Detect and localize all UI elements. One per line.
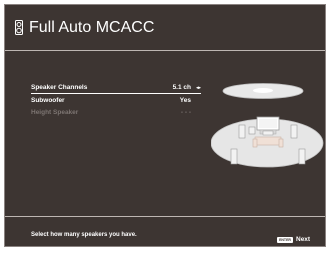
footer-divider: [5, 216, 325, 217]
mcacc-screen: Full Auto MCACC Speaker Channels 5.1 ch …: [0, 0, 331, 253]
left-right-arrows-icon[interactable]: ◂▸: [196, 83, 201, 93]
speaker-icon: [15, 20, 23, 35]
setting-value: Yes: [179, 97, 191, 104]
next-button[interactable]: Next: [296, 236, 310, 244]
setting-label: Height Speaker: [31, 109, 79, 116]
setting-subwoofer[interactable]: Subwoofer Yes: [31, 96, 201, 106]
hint-text: Select how many speakers you have.: [31, 232, 137, 238]
header-divider: [5, 50, 325, 51]
setting-speaker-channels[interactable]: Speaker Channels 5.1 ch ◂▸: [31, 83, 201, 94]
setting-value: - - -: [180, 109, 191, 116]
setting-label: Subwoofer: [31, 97, 65, 104]
header: Full Auto MCACC: [5, 5, 325, 49]
setting-value: 5.1 ch: [172, 84, 191, 91]
page-title: Full Auto MCACC: [29, 19, 155, 36]
mcacc-panel: Full Auto MCACC Speaker Channels 5.1 ch …: [4, 4, 326, 247]
setting-height-speaker: Height Speaker - - -: [31, 108, 201, 118]
enter-key-icon: ENTER: [277, 237, 293, 243]
setting-label: Speaker Channels: [31, 84, 88, 91]
speaker-layout-illustration: [211, 83, 324, 168]
